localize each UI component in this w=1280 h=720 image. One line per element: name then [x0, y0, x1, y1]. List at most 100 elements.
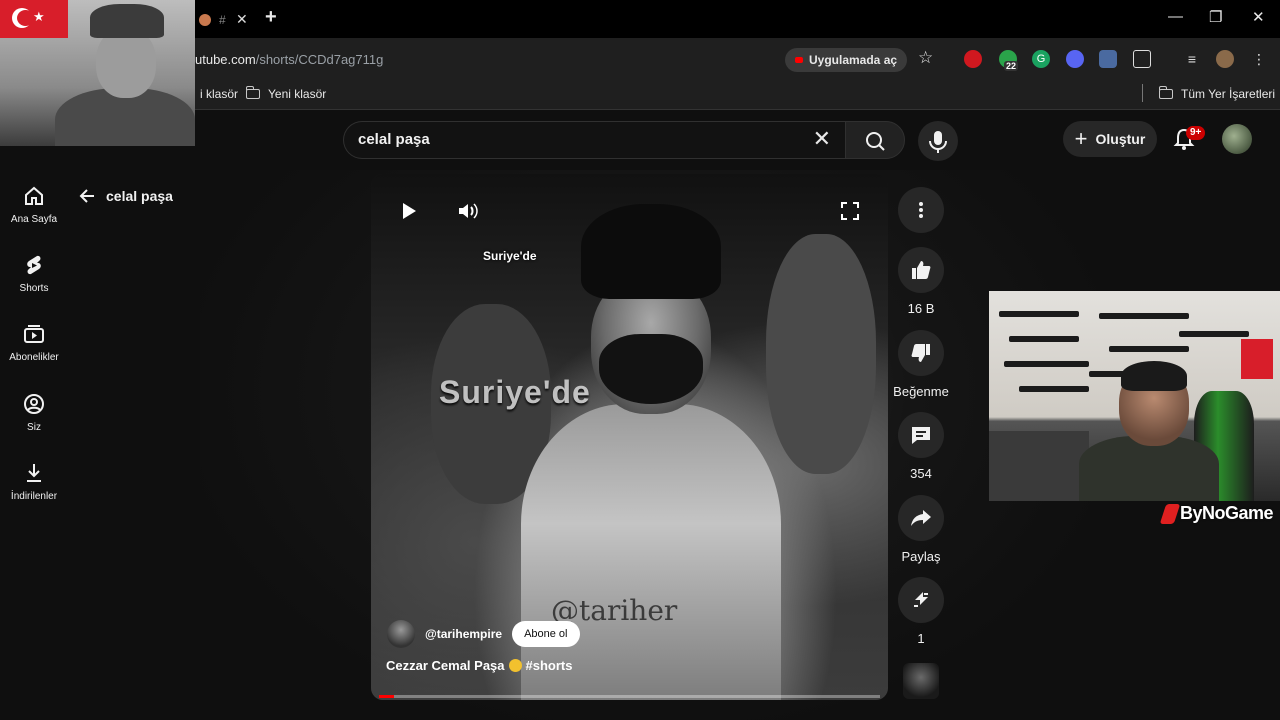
sidebar-item-label: Ana Sayfa	[10, 214, 58, 225]
share-label: Paylaş	[901, 549, 941, 564]
comment-icon	[912, 427, 930, 444]
youtube-logo-icon	[795, 57, 803, 63]
brand-name: ByNoGame	[1180, 503, 1274, 523]
shorts-video-player[interactable]: Suriye'de Suriye'de @tariher @tarihempir…	[371, 174, 888, 700]
extension-red-icon[interactable]	[964, 50, 982, 68]
tab-title: #	[219, 13, 226, 27]
more-vert-icon	[919, 202, 923, 218]
channel-row: @tarihempire Abone ol	[387, 620, 580, 648]
reading-list-icon[interactable]: ≡	[1183, 50, 1201, 68]
bookmark-star-icon[interactable]: ☆	[918, 48, 933, 68]
like-count: 16 B	[907, 301, 935, 316]
comment-count: 354	[910, 466, 932, 481]
close-window-button[interactable]: ✕	[1252, 8, 1265, 26]
video-caption-large: Suriye'de	[439, 374, 591, 410]
turkish-flag-icon: ★	[0, 0, 68, 38]
url-host: utube.com	[195, 52, 256, 67]
sunglasses-emoji-icon	[508, 659, 522, 672]
account-avatar[interactable]	[1222, 124, 1252, 154]
url-path: /shorts/CCDd7ag711g	[255, 52, 384, 67]
bookmark-folder[interactable]: Yeni klasör	[246, 86, 326, 101]
new-tab-button[interactable]: +	[265, 6, 277, 29]
discord-icon[interactable]	[1066, 50, 1084, 68]
sidebar-item-subscriptions[interactable]: Abonelikler	[0, 322, 68, 363]
sound-thumbnail[interactable]	[903, 663, 939, 699]
open-in-app-label: Uygulamada aç	[809, 53, 898, 67]
grammarly-icon[interactable]: G	[1032, 50, 1050, 68]
remix-button[interactable]: 1	[893, 577, 949, 646]
bookmarks-divider	[1142, 84, 1143, 102]
brand-logo-icon	[1159, 503, 1181, 524]
all-bookmarks-label: Tüm Yer İşaretleri	[1181, 87, 1276, 101]
sidebar-item-downloads[interactable]: İndirilenler	[0, 461, 68, 502]
search-button[interactable]	[845, 121, 905, 159]
sidebar-item-shorts[interactable]: Shorts	[0, 253, 68, 294]
streamer-brand: ByNoGame	[1159, 503, 1274, 524]
folder-icon	[1159, 86, 1173, 99]
bookmark-label: i klasör	[200, 87, 239, 101]
arrow-left-icon	[79, 189, 94, 203]
extension-badge: 22	[1004, 61, 1019, 71]
all-bookmarks[interactable]: Tüm Yer İşaretleri	[1159, 86, 1276, 101]
downloads-icon	[27, 464, 41, 482]
tab-favicon-icon	[199, 14, 211, 26]
search-icon	[866, 132, 885, 151]
channel-avatar[interactable]	[387, 620, 415, 648]
extensions-puzzle-icon[interactable]	[1133, 50, 1151, 68]
search-box[interactable]: celal paşa ✕	[343, 121, 845, 159]
like-button[interactable]: 16 B	[893, 247, 949, 316]
sidebar-item-label: Siz	[27, 422, 41, 433]
fullscreen-button[interactable]	[841, 202, 859, 225]
video-progress-fill	[379, 695, 395, 698]
restore-button[interactable]: ❐	[1209, 8, 1222, 26]
share-icon	[911, 510, 931, 526]
fullscreen-icon	[841, 202, 859, 220]
dislike-label: Beğenme	[893, 384, 949, 399]
create-label: Oluştur	[1095, 131, 1146, 147]
channel-name[interactable]: @tarihempire	[425, 627, 502, 641]
back-label: celal paşa	[106, 188, 173, 204]
browser-tab[interactable]: # ✕	[195, 6, 255, 34]
subscribe-button[interactable]: Abone ol	[512, 621, 580, 647]
thumbs-down-icon	[911, 344, 930, 362]
subscriptions-icon	[24, 325, 44, 343]
thumbs-up-icon	[912, 261, 931, 279]
share-button[interactable]: Paylaş	[893, 495, 949, 564]
streamer-webcam	[989, 291, 1280, 501]
bookmark-folder[interactable]: i klasör	[200, 87, 238, 101]
menu-dots-icon[interactable]: ⋮	[1250, 50, 1268, 68]
video-progress-bar[interactable]	[379, 695, 880, 698]
open-in-app-button[interactable]: Uygulamada aç	[785, 48, 908, 72]
volume-icon	[459, 203, 478, 219]
video-caption-small: Suriye'de	[483, 249, 537, 263]
video-title[interactable]: Cezzar Cemal Paşa #shorts	[386, 658, 572, 673]
play-icon	[403, 203, 416, 219]
more-options-button[interactable]	[893, 187, 949, 233]
clear-search-icon[interactable]: ✕	[813, 126, 831, 152]
play-button[interactable]	[399, 201, 419, 226]
home-icon	[25, 186, 43, 205]
dislike-button[interactable]: Beğenme	[893, 330, 949, 399]
comments-button[interactable]: 354	[893, 412, 949, 481]
video-hashtag[interactable]: #shorts	[526, 658, 573, 673]
sidebar-item-you[interactable]: Siz	[0, 392, 68, 433]
you-icon	[24, 394, 44, 414]
back-to-search-button[interactable]: celal paşa	[78, 187, 173, 205]
plus-icon: +	[1074, 126, 1088, 151]
turkish-flag-icon	[1241, 339, 1273, 379]
minimize-button[interactable]: —	[1168, 8, 1183, 25]
overlay-portrait-photo: ★	[0, 0, 195, 146]
tab-close-icon[interactable]: ✕	[236, 11, 248, 28]
sidebar-item-label: Abonelikler	[9, 352, 59, 363]
video-title-text: Cezzar Cemal Paşa	[386, 658, 505, 673]
sidebar-item-home[interactable]: Ana Sayfa	[0, 184, 68, 225]
sidebar-item-label: Shorts	[19, 283, 49, 294]
shorts-icon	[27, 255, 41, 275]
profile-avatar-icon[interactable]	[1216, 50, 1234, 68]
address-bar[interactable]: utube.com/shorts/CCDd7ag711g	[195, 52, 383, 67]
volume-button[interactable]	[457, 201, 479, 226]
search-input[interactable]: celal paşa	[358, 131, 430, 148]
shield-extension-icon[interactable]	[1099, 50, 1117, 68]
create-button[interactable]: + Oluştur	[1063, 121, 1157, 157]
voice-search-button[interactable]	[918, 121, 958, 161]
